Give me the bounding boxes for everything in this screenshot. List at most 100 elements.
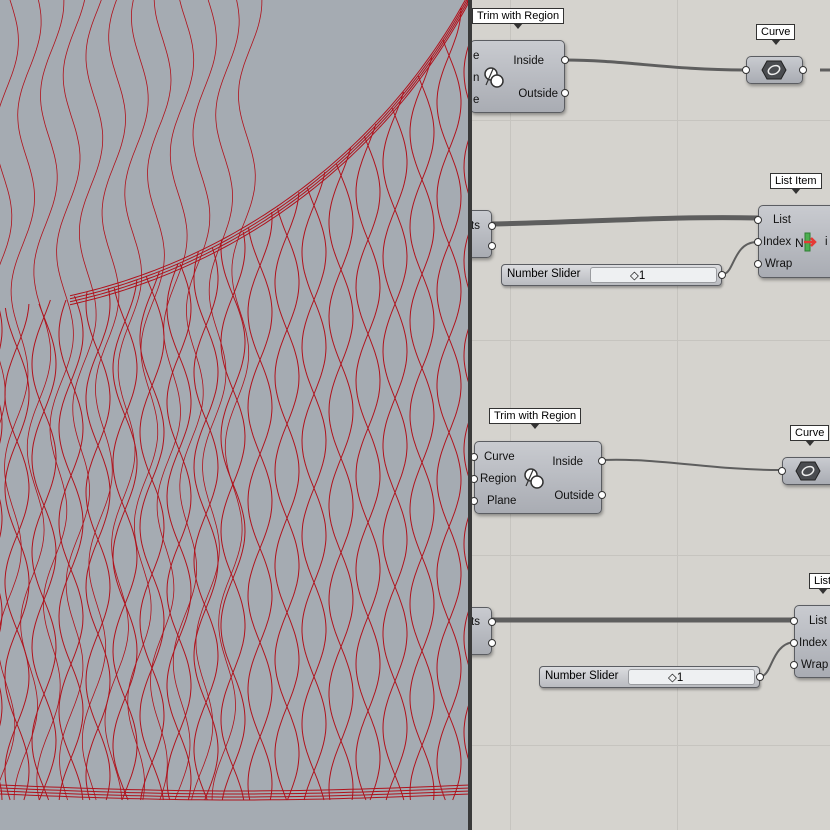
port-output[interactable]: Inside bbox=[513, 55, 544, 67]
rhino-viewport[interactable] bbox=[0, 0, 470, 830]
slider-track[interactable] bbox=[628, 669, 755, 685]
input-grip[interactable] bbox=[472, 497, 478, 505]
port-input[interactable]: e bbox=[473, 50, 479, 62]
curve-line bbox=[409, 55, 435, 801]
curve-line bbox=[139, 275, 165, 801]
grasshopper-canvas[interactable]: Trim with Region e n e Inside Outside Cu… bbox=[472, 0, 830, 830]
input-grip[interactable] bbox=[472, 475, 478, 483]
list-item-icon: N bbox=[795, 231, 817, 256]
port-input[interactable]: List bbox=[773, 214, 791, 226]
curve-line bbox=[69, 0, 466, 297]
curve-line bbox=[355, 123, 381, 801]
port-output[interactable]: ts bbox=[472, 220, 480, 232]
list-item-1-title: List Item bbox=[770, 173, 822, 194]
curve-line bbox=[355, 135, 381, 801]
list-item-1[interactable]: List Index Wrap N i bbox=[754, 205, 830, 278]
curve-line bbox=[0, 0, 19, 424]
input-grip[interactable] bbox=[472, 453, 478, 461]
curve-line bbox=[4, 307, 30, 801]
curve-line bbox=[0, 310, 3, 727]
curve-line bbox=[301, 187, 327, 801]
port-input[interactable]: Index bbox=[799, 637, 827, 649]
curve-line bbox=[166, 263, 192, 801]
output-grip[interactable] bbox=[756, 673, 764, 681]
curve-line bbox=[382, 91, 408, 801]
port-output[interactable]: ts bbox=[472, 616, 480, 628]
curve-line bbox=[211, 0, 263, 801]
number-slider-2[interactable]: Number Slider ◇1 bbox=[539, 666, 764, 688]
output-grip[interactable] bbox=[799, 66, 807, 74]
port-output[interactable]: i bbox=[825, 236, 828, 248]
slider-label: Number Slider bbox=[545, 670, 619, 682]
port-input[interactable]: List bbox=[809, 615, 827, 627]
curve-preview bbox=[0, 0, 470, 801]
curve-line bbox=[139, 271, 165, 801]
partial-component-2[interactable]: ts bbox=[472, 607, 496, 655]
output-grip[interactable] bbox=[488, 618, 496, 626]
port-input[interactable]: Region bbox=[480, 473, 516, 485]
trim-region-1[interactable]: e n e Inside Outside bbox=[472, 40, 569, 113]
curve-line bbox=[127, 0, 172, 801]
port-output[interactable]: Outside bbox=[554, 490, 594, 502]
curve-line bbox=[69, 0, 468, 300]
curve-1-title: Curve bbox=[756, 24, 796, 45]
curve-line bbox=[85, 287, 111, 801]
slider-value[interactable]: ◇1 bbox=[668, 670, 683, 684]
curve-line bbox=[193, 247, 219, 801]
slider-track[interactable] bbox=[590, 267, 717, 283]
output-grip[interactable] bbox=[488, 242, 496, 250]
curve-line bbox=[69, 0, 470, 306]
partial-component-1[interactable]: ts bbox=[472, 210, 496, 258]
curve-line bbox=[436, 39, 462, 801]
list-2-title: List bbox=[809, 573, 830, 594]
input-grip[interactable] bbox=[790, 617, 798, 625]
output-grip[interactable] bbox=[488, 639, 496, 647]
svg-text:N: N bbox=[795, 236, 804, 250]
port-output[interactable]: Inside bbox=[552, 456, 583, 468]
port-input[interactable]: e bbox=[473, 94, 479, 106]
input-grip[interactable] bbox=[790, 661, 798, 669]
port-input[interactable]: Wrap bbox=[765, 258, 792, 270]
number-slider-1[interactable]: Number Slider ◇1 bbox=[501, 264, 726, 286]
input-grip[interactable] bbox=[754, 216, 762, 224]
input-grip[interactable] bbox=[754, 238, 762, 246]
list-item-2[interactable]: List Index Wrap bbox=[790, 605, 830, 678]
output-grip[interactable] bbox=[598, 457, 606, 465]
curve-line bbox=[0, 0, 42, 782]
input-grip[interactable] bbox=[742, 66, 750, 74]
curve-line bbox=[31, 299, 57, 801]
output-grip[interactable] bbox=[598, 491, 606, 499]
input-grip[interactable] bbox=[754, 260, 762, 268]
curve-line bbox=[0, 404, 3, 801]
curve-line bbox=[31, 303, 57, 801]
curve-line bbox=[104, 0, 149, 801]
output-grip[interactable] bbox=[561, 56, 569, 64]
input-grip[interactable] bbox=[778, 467, 786, 475]
trim-region-1-title: Trim with Region bbox=[472, 8, 565, 29]
output-grip[interactable] bbox=[488, 222, 496, 230]
output-grip[interactable] bbox=[561, 89, 569, 97]
port-input[interactable]: n bbox=[473, 72, 479, 84]
slider-label: Number Slider bbox=[507, 268, 581, 280]
curve-line bbox=[69, 0, 470, 303]
trim-region-icon bbox=[483, 65, 505, 92]
curve-line bbox=[166, 263, 192, 801]
curve-param-icon bbox=[761, 59, 787, 84]
curve-line bbox=[382, 107, 408, 801]
curve-line bbox=[301, 171, 327, 801]
slider-value[interactable]: ◇1 bbox=[630, 268, 645, 282]
port-input[interactable]: Index bbox=[763, 236, 791, 248]
trim-region-2[interactable]: Curve Region Plane Inside Outside bbox=[472, 441, 606, 514]
curve-param-2[interactable] bbox=[778, 457, 830, 485]
port-output[interactable]: Outside bbox=[518, 88, 558, 100]
port-input[interactable]: Curve bbox=[484, 451, 515, 463]
trim-region-2-title: Trim with Region bbox=[489, 408, 582, 429]
curve-2-title: Curve bbox=[790, 425, 830, 446]
curve-param-1[interactable] bbox=[742, 56, 807, 84]
output-grip[interactable] bbox=[718, 271, 726, 279]
curve-line bbox=[4, 303, 30, 801]
port-input[interactable]: Plane bbox=[487, 495, 516, 507]
trim-region-icon bbox=[523, 466, 545, 493]
input-grip[interactable] bbox=[790, 639, 798, 647]
port-input[interactable]: Wrap bbox=[801, 659, 828, 671]
